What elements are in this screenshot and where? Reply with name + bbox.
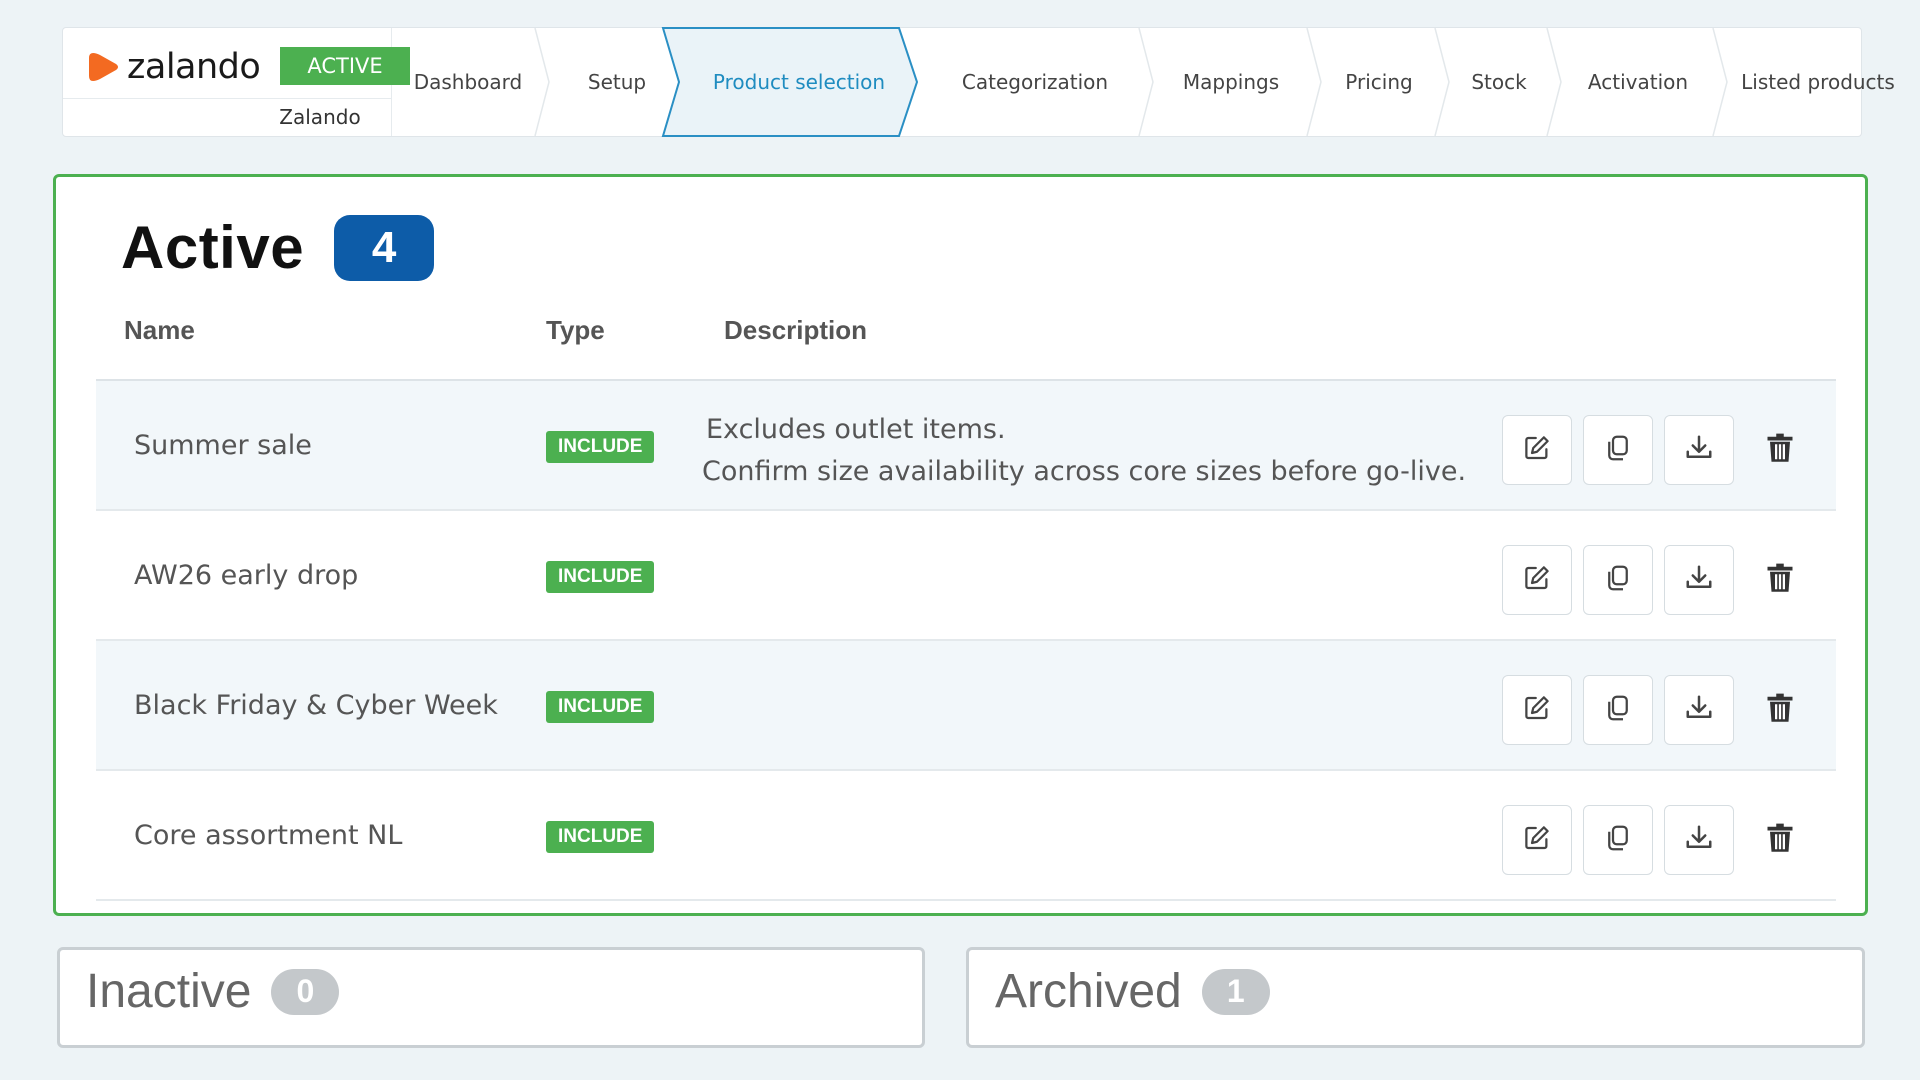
wizard-step-activation[interactable]: Activation (1555, 28, 1728, 136)
download-button[interactable] (1664, 415, 1734, 485)
delete-button[interactable] (1745, 415, 1815, 485)
wizard-nav: zalando ACTIVE Zalando Dashboard Setup Pro… (62, 27, 1895, 137)
wizard-step-label: Categorization (961, 70, 1109, 94)
wizard-step-categorization[interactable]: Categorization (923, 28, 1154, 136)
wizard-step-dashboard[interactable]: Dashboard (393, 28, 550, 136)
download-icon (1684, 433, 1714, 467)
inactive-count-badge: 0 (271, 968, 340, 1015)
row-description-line: Excludes outlet items. (706, 414, 1006, 445)
delete-button[interactable] (1745, 675, 1815, 745)
row-actions (1502, 675, 1815, 745)
active-count-badge: 4 (334, 214, 435, 281)
active-section: Active 4 Name Type Description Summer sa… (53, 174, 1868, 916)
copy-icon (1603, 433, 1633, 467)
active-section-header: Active 4 (121, 213, 435, 282)
edit-button[interactable] (1502, 415, 1572, 485)
inactive-section[interactable]: Inactive 0 (57, 947, 925, 1048)
archived-section-title: Archived (995, 965, 1182, 1018)
wizard-step-label: Mappings (1182, 70, 1280, 94)
wizard-step-label: Pricing (1345, 70, 1413, 94)
delete-button[interactable] (1745, 805, 1815, 875)
wizard-step-stock[interactable]: Stock (1443, 28, 1562, 136)
wizard-step-label: Listed products (1741, 70, 1895, 94)
archived-count-badge: 1 (1201, 968, 1270, 1015)
table-row: AW26 early drop INCLUDE (96, 511, 1836, 641)
row-description-line: Confirm size availability across core si… (702, 456, 1467, 487)
zalando-play-icon (89, 53, 118, 81)
table-row: Summer sale INCLUDE Excludes outlet item… (96, 381, 1836, 511)
table-row: Core assortment NL INCLUDE (96, 771, 1836, 901)
column-header-description: Description (724, 315, 868, 345)
row-actions (1502, 415, 1815, 485)
duplicate-button[interactable] (1583, 805, 1653, 875)
wizard-step-product-selection[interactable]: Product selection (661, 27, 923, 137)
wizard-step-label: Dashboard (413, 70, 523, 94)
wizard-step-listed-products[interactable]: Listed products (1723, 28, 1913, 136)
row-name: Core assortment NL (134, 819, 403, 851)
edit-button[interactable] (1502, 805, 1572, 875)
delete-button[interactable] (1745, 545, 1815, 615)
edit-icon (1522, 693, 1552, 727)
trash-icon (1766, 563, 1794, 597)
brand-name: zalando (127, 47, 261, 87)
edit-button[interactable] (1502, 675, 1572, 745)
download-icon (1684, 823, 1714, 857)
row-actions (1502, 805, 1815, 875)
archived-section[interactable]: Archived 1 (966, 947, 1865, 1048)
duplicate-button[interactable] (1583, 675, 1653, 745)
download-icon (1684, 693, 1714, 727)
duplicate-button[interactable] (1583, 415, 1653, 485)
zalando-logo: zalando (87, 44, 261, 90)
wizard-step-label: Activation (1587, 70, 1689, 94)
inactive-section-title: Inactive (86, 965, 252, 1018)
duplicate-button[interactable] (1583, 545, 1653, 615)
column-header-type: Type (546, 315, 605, 345)
wizard-step-label: Setup (587, 70, 647, 94)
trash-icon (1766, 823, 1794, 857)
download-button[interactable] (1664, 545, 1734, 615)
download-button[interactable] (1664, 805, 1734, 875)
column-header-name: Name (124, 315, 195, 345)
account-name: Zalando (279, 105, 361, 129)
edit-icon (1522, 563, 1552, 597)
trash-icon (1766, 693, 1794, 727)
download-button[interactable] (1664, 675, 1734, 745)
wizard-step-label: Product selection (712, 70, 886, 94)
wizard-step-mappings[interactable]: Mappings (1147, 28, 1322, 136)
wizard-step-label: Stock (1471, 70, 1527, 94)
edit-icon (1522, 823, 1552, 857)
row-type-badge: INCLUDE (546, 691, 655, 723)
channel-brand: zalando ACTIVE Zalando (63, 28, 410, 136)
row-description: Excludes outlet items. Confirm size avail… (702, 409, 1466, 493)
row-type-badge: INCLUDE (546, 561, 655, 593)
row-actions (1502, 545, 1815, 615)
copy-icon (1603, 823, 1633, 857)
edit-button[interactable] (1502, 545, 1572, 615)
row-name: Summer sale (134, 429, 312, 461)
channel-status-badge: ACTIVE (280, 47, 410, 85)
copy-icon (1603, 693, 1633, 727)
row-name: Black Friday & Cyber Week (134, 689, 498, 721)
active-section-title: Active (121, 214, 305, 281)
account-row: Zalando (63, 98, 391, 136)
edit-icon (1522, 433, 1552, 467)
download-icon (1684, 563, 1714, 597)
row-name: AW26 early drop (134, 559, 359, 591)
row-type-badge: INCLUDE (546, 821, 655, 853)
copy-icon (1603, 563, 1633, 597)
trash-icon (1766, 433, 1794, 467)
step-separator (534, 28, 550, 136)
row-type-badge: INCLUDE (546, 431, 655, 463)
wizard-step-pricing[interactable]: Pricing (1315, 28, 1450, 136)
table-row: Black Friday & Cyber Week INCLUDE (96, 641, 1836, 771)
